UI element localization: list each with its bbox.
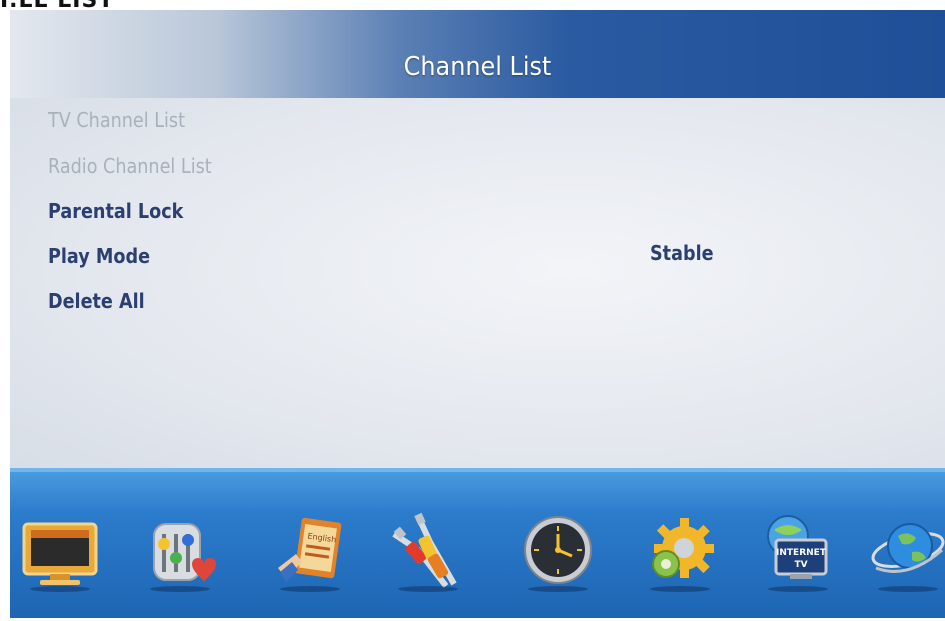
av-cables-icon[interactable] <box>388 510 468 592</box>
audio-settings-icon[interactable] <box>140 510 220 592</box>
menu-item-radio-channel-list[interactable]: Radio Channel List <box>48 154 212 178</box>
menu-item-parental-lock[interactable]: Parental Lock <box>48 199 183 223</box>
tv-monitor-icon[interactable] <box>20 510 100 592</box>
internet-tv-icon[interactable]: INTERNET TV <box>758 510 838 592</box>
gear-icon[interactable] <box>640 510 720 592</box>
svg-text:TV: TV <box>794 560 807 570</box>
play-mode-value[interactable]: Stable <box>650 241 714 265</box>
menu-item-delete-all[interactable]: Delete All <box>48 289 145 313</box>
page-title: Channel List <box>403 52 552 82</box>
clock-icon[interactable] <box>518 510 598 592</box>
language-icon[interactable]: English <box>270 510 350 592</box>
menu-item-tv-channel-list[interactable]: TV Channel List <box>48 108 185 132</box>
tv-screen: Channel List TV Channel List Radio Chann… <box>10 10 945 618</box>
toolbar-divider <box>10 468 945 472</box>
globe-icon[interactable] <box>868 510 945 592</box>
svg-text:INTERNET: INTERNET <box>776 548 827 558</box>
header-bar: Channel List <box>10 10 945 98</box>
menu-item-play-mode[interactable]: Play Mode <box>48 244 150 268</box>
menu-panel: TV Channel List Radio Channel List Paren… <box>10 98 945 478</box>
